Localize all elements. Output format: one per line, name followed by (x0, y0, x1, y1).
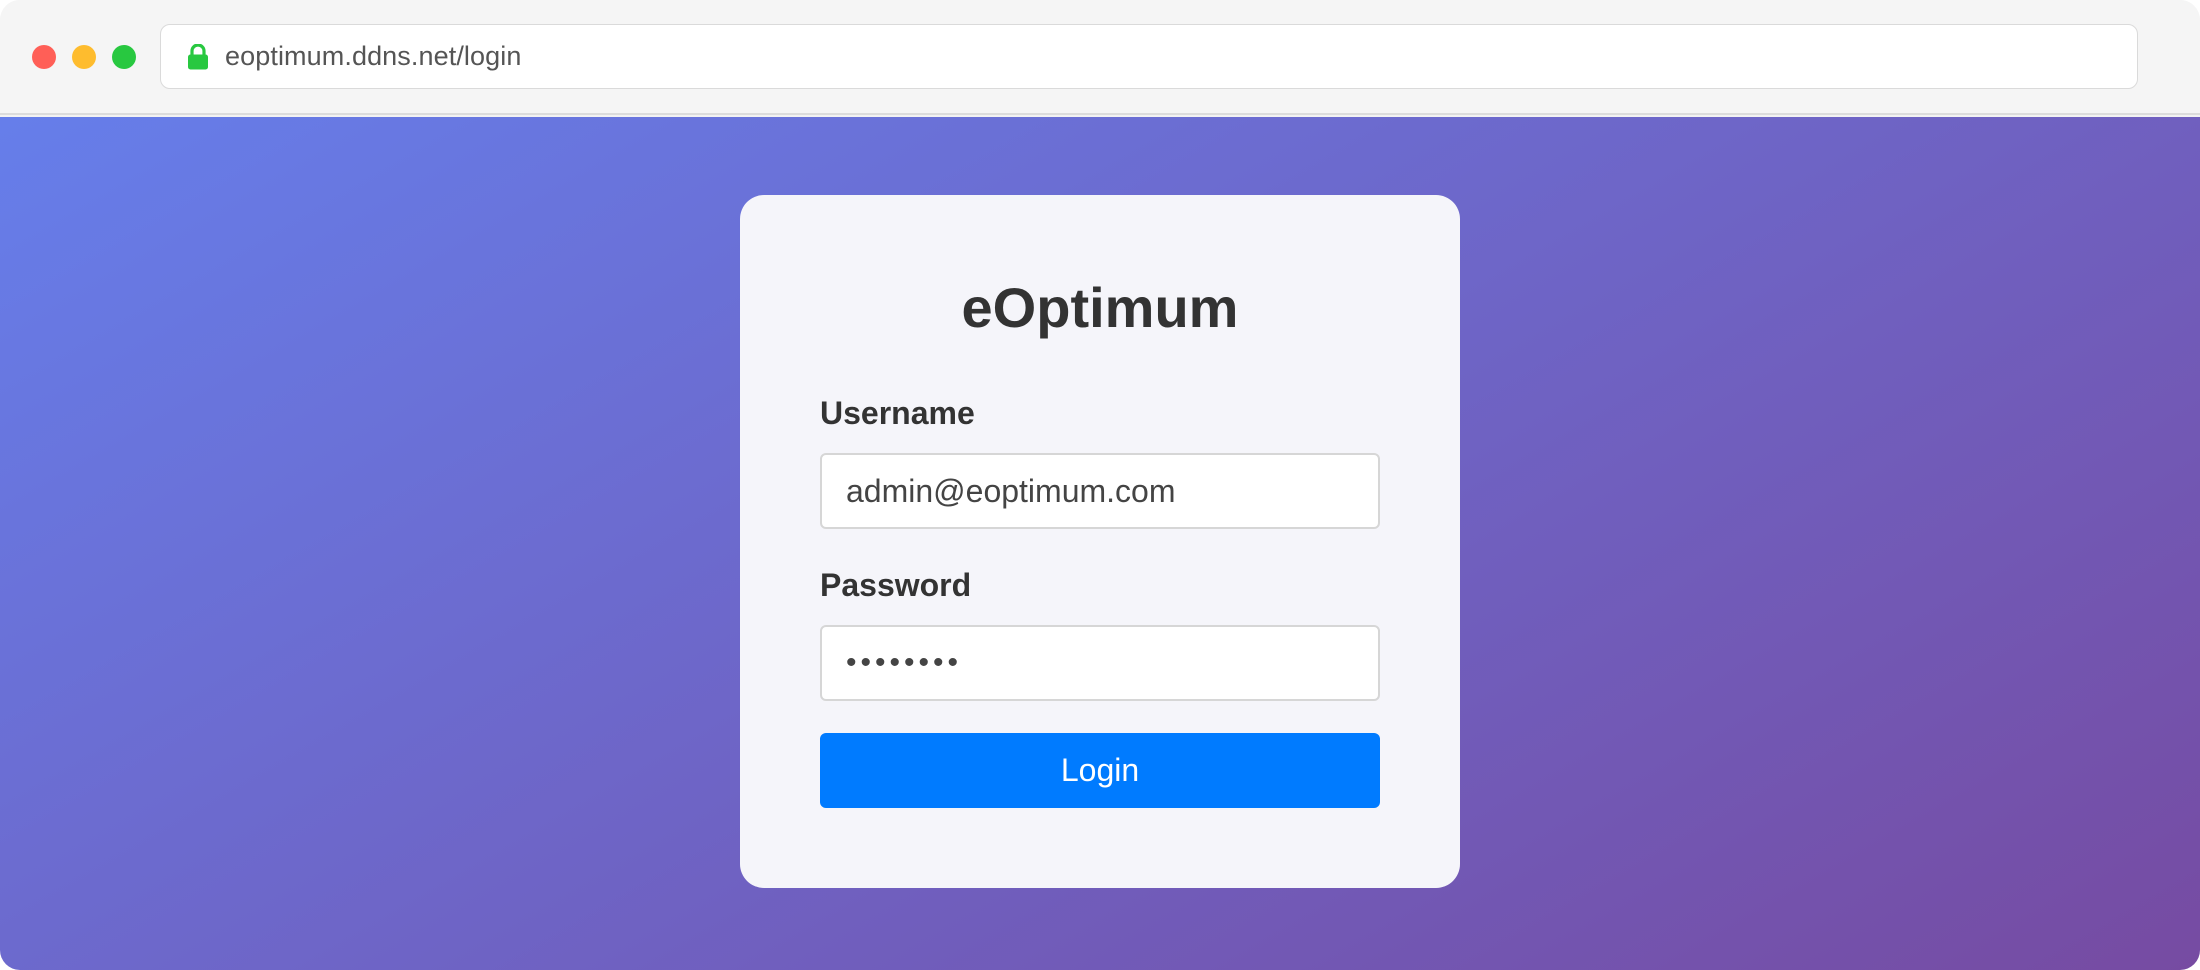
password-label: Password (820, 567, 972, 603)
username-label: Username (820, 395, 975, 431)
password-input[interactable] (820, 625, 1380, 701)
login-button[interactable]: Login (820, 733, 1380, 808)
browser-window: eoptimum.ddns.net/login eOptimum Usernam… (0, 0, 2200, 970)
login-card: eOptimum Username Password Login (740, 195, 1460, 888)
maximize-window-button[interactable] (112, 45, 136, 69)
minimize-window-button[interactable] (72, 45, 96, 69)
lock-icon (187, 42, 209, 70)
address-bar[interactable]: eoptimum.ddns.net/login (160, 24, 2138, 89)
close-window-button[interactable] (32, 45, 56, 69)
username-input[interactable] (820, 453, 1380, 529)
login-page: eOptimum Username Password Login (0, 117, 2200, 970)
url-text: eoptimum.ddns.net/login (225, 41, 522, 71)
browser-toolbar: eoptimum.ddns.net/login (0, 0, 2200, 115)
app-title: eOptimum (961, 276, 1239, 339)
